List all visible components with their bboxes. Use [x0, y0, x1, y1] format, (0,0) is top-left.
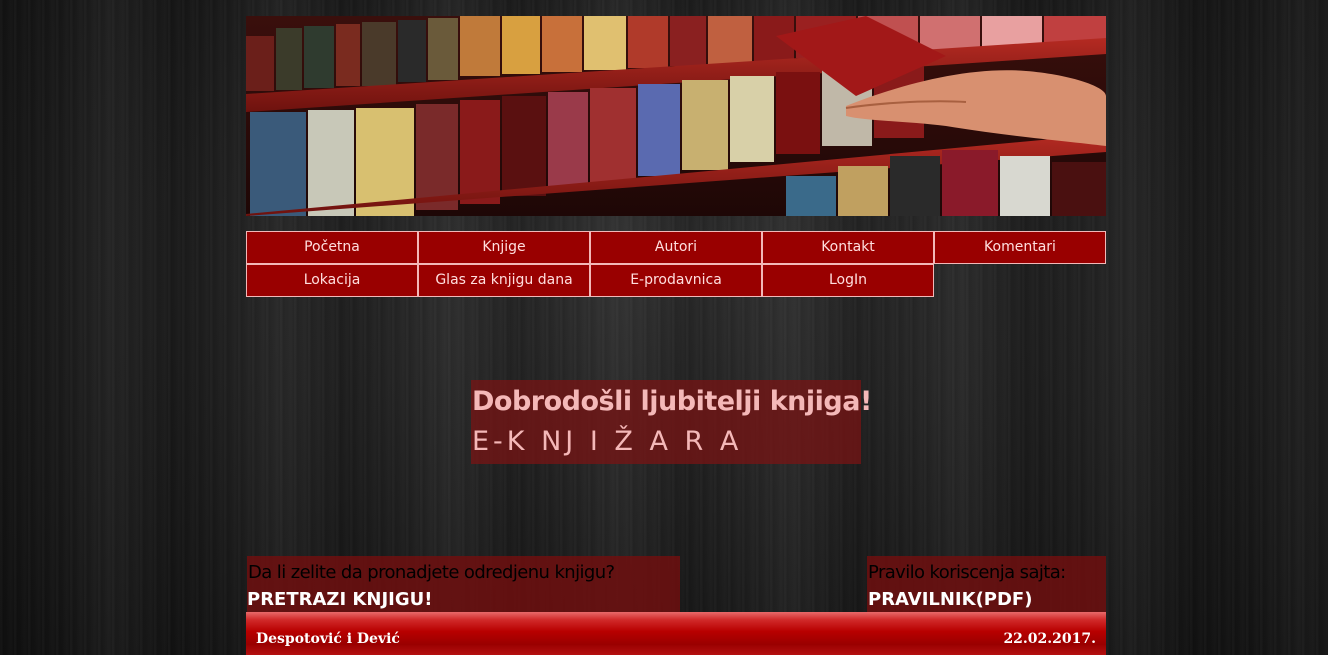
welcome-panel: Dobrodošli ljubitelji knjiga! E-K NJ I Ž… — [471, 380, 872, 464]
search-question-text: Da li zelite da pronadjete odredjenu knj… — [248, 562, 615, 583]
nav-item-e-prodavnica[interactable]: E-prodavnica — [590, 264, 762, 297]
main-navigation: Početna Knjige Autori Kontakt Komentari … — [246, 231, 1112, 297]
nav-row-1: Početna Knjige Autori Kontakt Komentari — [246, 231, 1112, 264]
nav-item-kontakt[interactable]: Kontakt — [762, 231, 934, 264]
footer-date: 22.02.2017. — [1003, 631, 1096, 647]
rules-question-text: Pravilo koriscenja sajta: — [868, 562, 1066, 583]
welcome-title: Dobrodošli ljubitelji knjiga! — [472, 386, 872, 417]
nav-item-autori[interactable]: Autori — [590, 231, 762, 264]
rules-promo-box: Pravilo koriscenja sajta: PRAVILNIK(PDF) — [867, 556, 1106, 612]
nav-row-2: Lokacija Glas za knjigu dana E-prodavnic… — [246, 264, 1112, 297]
nav-item-lokacija[interactable]: Lokacija — [246, 264, 418, 297]
nav-item-knjige[interactable]: Knjige — [418, 231, 590, 264]
nav-item-login[interactable]: LogIn — [762, 264, 934, 297]
nav-item-glas-za-knjigu-dana[interactable]: Glas za knjigu dana — [418, 264, 590, 297]
page-footer: Despotović i Dević 22.02.2017. — [246, 612, 1106, 655]
nav-item-pocetna[interactable]: Početna — [246, 231, 418, 264]
footer-authors: Despotović i Dević — [256, 631, 400, 647]
search-book-link[interactable]: PRETRAZI KNJIGU! — [247, 589, 432, 610]
search-promo-box: Da li zelite da pronadjete odredjenu knj… — [247, 556, 680, 612]
nav-item-komentari[interactable]: Komentari — [934, 231, 1106, 264]
rules-pdf-link[interactable]: PRAVILNIK(PDF) — [868, 589, 1032, 610]
site-name-heading: E-K NJ I Ž A R A — [472, 426, 743, 457]
header-banner-image — [246, 16, 1106, 216]
